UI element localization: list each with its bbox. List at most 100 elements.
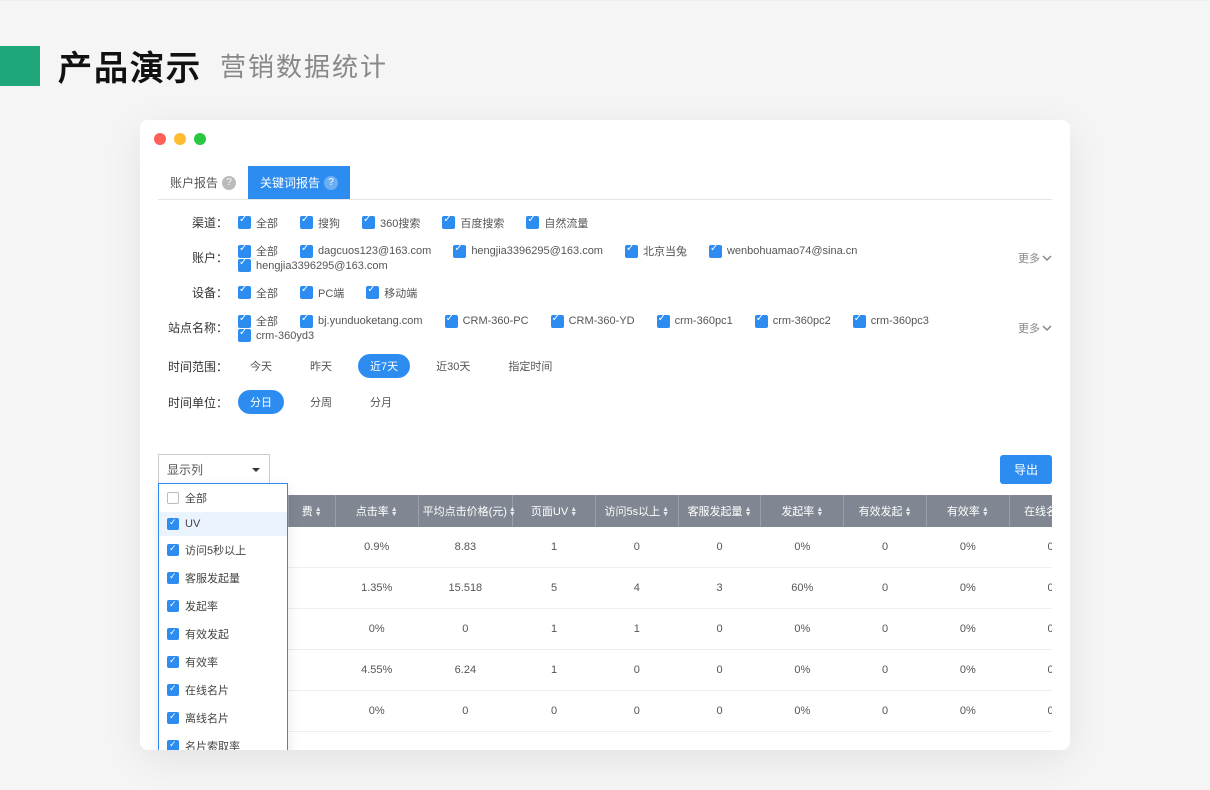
checkbox-icon bbox=[238, 259, 251, 272]
table-cell: 0 bbox=[844, 609, 927, 650]
help-icon[interactable]: ? bbox=[324, 176, 338, 190]
column-header[interactable]: 客服发起量▲▼ bbox=[678, 495, 761, 527]
column-option[interactable]: 在线名片 bbox=[159, 676, 287, 704]
option-label: 全部 bbox=[185, 490, 207, 506]
table-row: bj-云朵课堂0%00000%00%000% bbox=[158, 691, 1052, 732]
table-cell: 0% bbox=[761, 609, 844, 650]
column-select-menu[interactable]: 全部UV访问5秒以上客服发起量发起率有效发起有效率在线名片离线名片名片索取率有效… bbox=[158, 483, 288, 750]
sort-icon: ▲▼ bbox=[570, 507, 577, 517]
checkbox-icon bbox=[300, 216, 313, 229]
filter-checkbox-item[interactable]: 百度搜索 bbox=[442, 215, 504, 231]
table-cell: 0 bbox=[595, 527, 678, 568]
filter-checkbox-item[interactable]: crm-360yd3 bbox=[238, 329, 314, 342]
column-header[interactable]: 页面UV▲▼ bbox=[513, 495, 596, 527]
option-label: 在线名片 bbox=[185, 682, 229, 698]
time-option[interactable]: 近30天 bbox=[424, 354, 482, 378]
checkbox-label: 搜狗 bbox=[318, 215, 340, 231]
column-select-dropdown[interactable]: 显示列 bbox=[158, 454, 270, 485]
time-option[interactable]: 分周 bbox=[298, 390, 344, 414]
filter-checkbox-item[interactable]: 全部 bbox=[238, 215, 278, 231]
filter-checkbox-item[interactable]: hengjia3396295@163.com bbox=[238, 259, 388, 272]
table-header-row: 账户费▲▼点击率▲▼平均点击价格(元)▲▼页面UV▲▼访问5s以上▲▼客服发起量… bbox=[158, 495, 1052, 527]
time-option[interactable]: 近7天 bbox=[358, 354, 410, 378]
time-option[interactable]: 今天 bbox=[238, 354, 284, 378]
checkbox-label: 360搜索 bbox=[380, 215, 420, 231]
filter-checkbox-item[interactable]: CRM-360-PC bbox=[445, 313, 529, 329]
filter-checkbox-item[interactable]: 全部 bbox=[238, 285, 278, 301]
column-header[interactable]: 有效发起▲▼ bbox=[844, 495, 927, 527]
checkbox-label: PC端 bbox=[318, 285, 344, 301]
filter-checkbox-item[interactable]: 360搜索 bbox=[362, 215, 420, 231]
column-option[interactable]: 有效率 bbox=[159, 648, 287, 676]
column-header[interactable]: 费▲▼ bbox=[288, 495, 335, 527]
time-option[interactable]: 分月 bbox=[358, 390, 404, 414]
checkbox-icon bbox=[853, 315, 866, 328]
checkbox-label: 百度搜索 bbox=[460, 215, 504, 231]
more-button[interactable]: 更多 bbox=[1018, 320, 1052, 336]
table-cell bbox=[288, 527, 335, 568]
tab-account-report[interactable]: 账户报告 ? bbox=[158, 166, 248, 199]
maximize-icon[interactable] bbox=[194, 133, 206, 145]
filter-checkbox-item[interactable]: hengjia3396295@163.com bbox=[453, 243, 603, 259]
table-cell: 0% bbox=[926, 568, 1009, 609]
time-option[interactable]: 分日 bbox=[238, 390, 284, 414]
filter-checkbox-item[interactable]: PC端 bbox=[300, 285, 344, 301]
filter-checkbox-item[interactable]: dagcuos123@163.com bbox=[300, 243, 431, 259]
header-label: 在线名片 bbox=[1024, 506, 1052, 518]
help-icon[interactable]: ? bbox=[222, 176, 236, 190]
filter-label: 站点名称： bbox=[158, 319, 228, 336]
filter-checkbox-item[interactable]: 北京当兔 bbox=[625, 243, 687, 259]
column-option[interactable]: 离线名片 bbox=[159, 704, 287, 732]
column-option[interactable]: UV bbox=[159, 512, 287, 536]
table-cell: 0% bbox=[761, 527, 844, 568]
column-option[interactable]: 发起率 bbox=[159, 592, 287, 620]
time-option[interactable]: 指定时间 bbox=[496, 354, 564, 378]
page-subtitle: 营销数据统计 bbox=[220, 47, 388, 84]
time-option[interactable]: 昨天 bbox=[298, 354, 344, 378]
filter-checkbox-item[interactable]: 移动端 bbox=[366, 285, 417, 301]
checkbox-icon bbox=[362, 216, 375, 229]
data-table: 账户费▲▼点击率▲▼平均点击价格(元)▲▼页面UV▲▼访问5s以上▲▼客服发起量… bbox=[158, 495, 1052, 732]
column-option[interactable]: 访问5秒以上 bbox=[159, 536, 287, 564]
filter-checkbox-item[interactable]: 搜狗 bbox=[300, 215, 340, 231]
filter-checkbox-item[interactable]: wenbohuamao74@sina.cn bbox=[709, 243, 857, 259]
column-option[interactable]: 全部 bbox=[159, 484, 287, 512]
header-label: 有效率 bbox=[947, 506, 980, 518]
checkbox-icon bbox=[300, 286, 313, 299]
column-header[interactable]: 发起率▲▼ bbox=[761, 495, 844, 527]
more-button[interactable]: 更多 bbox=[1018, 250, 1052, 266]
close-icon[interactable] bbox=[154, 133, 166, 145]
column-header[interactable]: 点击率▲▼ bbox=[335, 495, 418, 527]
minimize-icon[interactable] bbox=[174, 133, 186, 145]
export-label: 导出 bbox=[1014, 463, 1038, 477]
column-header[interactable]: 在线名片▲▼ bbox=[1009, 495, 1052, 527]
checkbox-icon bbox=[366, 286, 379, 299]
checkbox-icon bbox=[625, 245, 638, 258]
tab-keyword-report[interactable]: 关键词报告 ? bbox=[248, 166, 350, 199]
filter-checkbox-item[interactable]: crm-360pc1 bbox=[657, 313, 733, 329]
table-cell: 1.35% bbox=[335, 568, 418, 609]
checkbox-icon bbox=[300, 315, 313, 328]
column-option[interactable]: 有效发起 bbox=[159, 620, 287, 648]
table-row: bj-云朵课堂4.55%6.241000%00%000% bbox=[158, 650, 1052, 691]
column-header[interactable]: 有效率▲▼ bbox=[926, 495, 1009, 527]
checkbox-label: 移动端 bbox=[384, 285, 417, 301]
export-button[interactable]: 导出 bbox=[1000, 455, 1052, 484]
column-header[interactable]: 访问5s以上▲▼ bbox=[595, 495, 678, 527]
checkbox-label: CRM-360-YD bbox=[569, 315, 635, 327]
table-cell: 0% bbox=[926, 527, 1009, 568]
header-label: 页面UV bbox=[531, 506, 568, 518]
filter-checkbox-item[interactable]: crm-360pc2 bbox=[755, 313, 831, 329]
column-option[interactable]: 客服发起量 bbox=[159, 564, 287, 592]
table-cell bbox=[288, 691, 335, 732]
filter-label: 时间范围： bbox=[158, 358, 228, 375]
filter-checkbox-item[interactable]: bj.yunduoketang.com bbox=[300, 313, 423, 329]
filter-checkbox-item[interactable]: CRM-360-YD bbox=[551, 313, 635, 329]
filter-checkbox-item[interactable]: 自然流量 bbox=[526, 215, 588, 231]
sort-icon: ▲▼ bbox=[982, 507, 989, 517]
column-option[interactable]: 名片索取率 bbox=[159, 732, 287, 750]
checkbox-icon bbox=[445, 315, 458, 328]
column-header[interactable]: 平均点击价格(元)▲▼ bbox=[418, 495, 513, 527]
filter-checkbox-item[interactable]: crm-360pc3 bbox=[853, 313, 929, 329]
sort-icon: ▲▼ bbox=[391, 507, 398, 517]
